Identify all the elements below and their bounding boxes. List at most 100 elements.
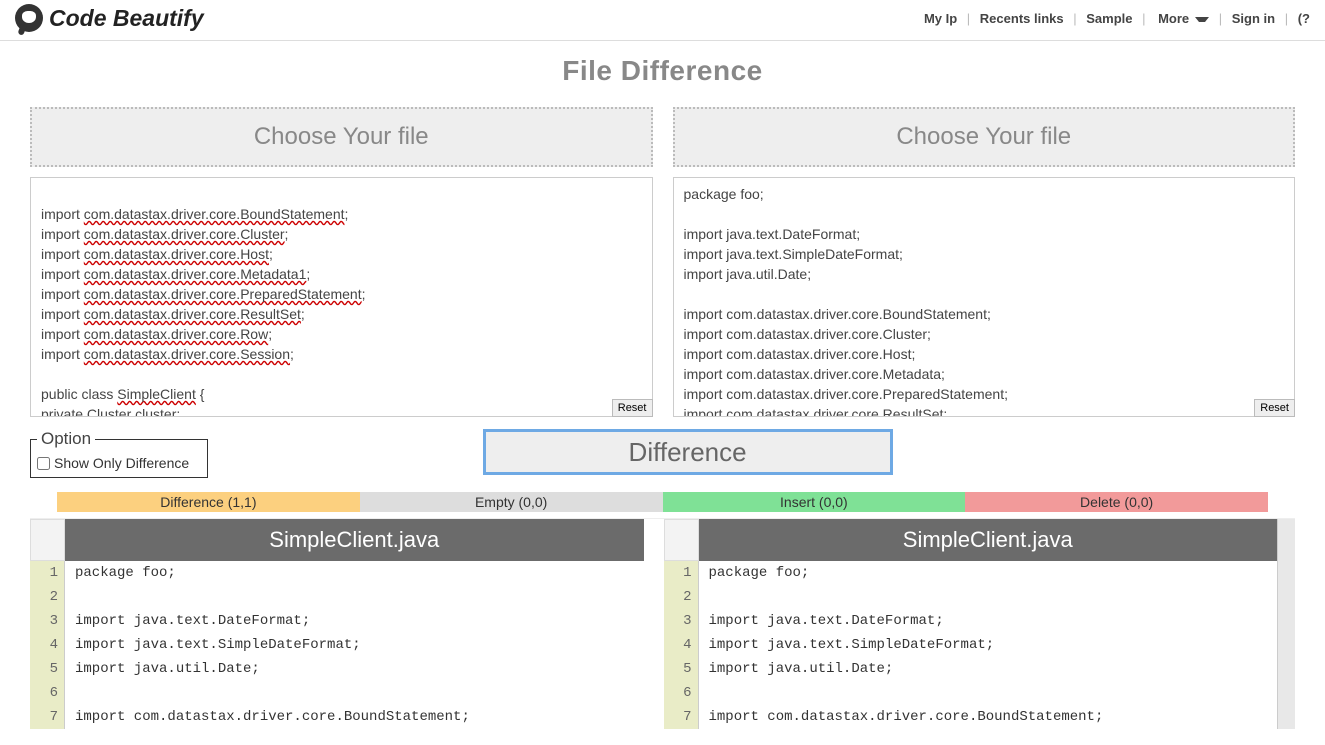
input-line: import com.datastax.driver.core.BoundSta… xyxy=(41,204,642,224)
legend-difference: Difference (1,1) xyxy=(57,492,360,512)
diff-view: SimpleClient.java 1package foo;23import … xyxy=(30,518,1295,729)
show-only-diff-checkbox[interactable] xyxy=(37,457,50,470)
input-left[interactable]: import com.datastax.driver.core.BoundSta… xyxy=(30,177,653,417)
code-line: import java.text.DateFormat; xyxy=(65,609,644,633)
input-line: import com.datastax.driver.core.ResultSe… xyxy=(684,404,1285,417)
show-only-diff-label[interactable]: Show Only Difference xyxy=(37,455,189,471)
line-number: 6 xyxy=(30,681,65,705)
line-number: 7 xyxy=(664,705,699,729)
input-line: import com.datastax.driver.core.Metadata… xyxy=(41,264,642,284)
code-line: import java.text.SimpleDateFormat; xyxy=(699,633,1278,657)
line-number: 2 xyxy=(30,585,65,609)
diff-row: 1package foo; xyxy=(30,561,644,585)
diff-right-panel: SimpleClient.java 1package foo;23import … xyxy=(664,519,1278,729)
code-line xyxy=(699,585,1278,609)
diff-row: 2 xyxy=(30,585,644,609)
option-legend: Option xyxy=(37,429,95,449)
input-line: import com.datastax.driver.core.Prepared… xyxy=(41,284,642,304)
code-line xyxy=(65,585,644,609)
diff-right-filename: SimpleClient.java xyxy=(699,519,1278,561)
line-number: 4 xyxy=(30,633,65,657)
nav-sign-in[interactable]: Sign in xyxy=(1229,11,1278,26)
input-line: public class SimpleClient { xyxy=(41,384,642,404)
line-number: 3 xyxy=(664,609,699,633)
choose-file-right[interactable]: Choose Your file xyxy=(673,107,1296,167)
difference-button[interactable]: Difference xyxy=(483,429,893,475)
input-line: package foo; xyxy=(684,184,1285,204)
code-line: package foo; xyxy=(699,561,1278,585)
input-line xyxy=(41,364,642,384)
code-line: import java.util.Date; xyxy=(65,657,644,681)
input-line xyxy=(684,284,1285,304)
code-line: import java.text.DateFormat; xyxy=(699,609,1278,633)
line-number: 1 xyxy=(664,561,699,585)
nav-my-ip[interactable]: My Ip xyxy=(921,11,960,26)
code-line: import java.text.SimpleDateFormat; xyxy=(65,633,644,657)
input-line: import com.datastax.driver.core.Row; xyxy=(41,324,642,344)
legend-bar: Difference (1,1) Empty (0,0) Insert (0,0… xyxy=(57,492,1268,512)
line-number: 7 xyxy=(30,705,65,729)
header: Code Beautify My Ip | Recents links | Sa… xyxy=(0,0,1325,41)
input-line: import com.datastax.driver.core.Metadata… xyxy=(684,364,1285,384)
input-line: import com.datastax.driver.core.ResultSe… xyxy=(41,304,642,324)
chevron-down-icon xyxy=(1195,17,1209,22)
input-line xyxy=(684,204,1285,224)
nav-recents[interactable]: Recents links xyxy=(977,11,1067,26)
diff-row: 6 xyxy=(664,681,1278,705)
diff-row: 7import com.datastax.driver.core.BoundSt… xyxy=(664,705,1278,729)
logo-text: Code Beautify xyxy=(49,5,204,32)
logo[interactable]: Code Beautify xyxy=(15,4,204,32)
diff-row: 5import java.util.Date; xyxy=(664,657,1278,681)
line-number: 2 xyxy=(664,585,699,609)
code-line xyxy=(65,681,644,705)
line-number: 1 xyxy=(30,561,65,585)
diff-left-filename: SimpleClient.java xyxy=(65,519,644,561)
legend-empty: Empty (0,0) xyxy=(360,492,663,512)
reset-left-button[interactable]: Reset xyxy=(612,399,653,417)
input-line: import com.datastax.driver.core.BoundSta… xyxy=(684,304,1285,324)
input-line: import com.datastax.driver.core.Cluster; xyxy=(41,224,642,244)
input-right[interactable]: package foo; import java.text.DateFormat… xyxy=(673,177,1296,417)
code-line: import com.datastax.driver.core.BoundSta… xyxy=(699,705,1278,729)
diff-row: 3import java.text.DateFormat; xyxy=(664,609,1278,633)
input-line: import com.datastax.driver.core.Prepared… xyxy=(684,384,1285,404)
line-number: 4 xyxy=(664,633,699,657)
diff-row: 4import java.text.SimpleDateFormat; xyxy=(30,633,644,657)
reset-right-button[interactable]: Reset xyxy=(1254,399,1295,417)
line-number: 5 xyxy=(30,657,65,681)
code-line xyxy=(699,681,1278,705)
diff-row: 3import java.text.DateFormat; xyxy=(30,609,644,633)
diff-row: 6 xyxy=(30,681,644,705)
nav-more[interactable]: More xyxy=(1152,11,1212,26)
gutter-head-left xyxy=(30,519,65,561)
top-nav: My Ip | Recents links | Sample | More | … xyxy=(921,11,1313,26)
choose-file-left[interactable]: Choose Your file xyxy=(30,107,653,167)
diff-left-panel: SimpleClient.java 1package foo;23import … xyxy=(30,519,644,729)
diff-row: 4import java.text.SimpleDateFormat; xyxy=(664,633,1278,657)
input-line: import com.datastax.driver.core.Cluster; xyxy=(684,324,1285,344)
input-line: private Cluster cluster; xyxy=(41,404,642,417)
page-title: File Difference xyxy=(0,55,1325,87)
code-line: import com.datastax.driver.core.BoundSta… xyxy=(65,705,644,729)
diff-scrollbar[interactable] xyxy=(1277,519,1295,729)
legend-insert: Insert (0,0) xyxy=(663,492,966,512)
legend-delete: Delete (0,0) xyxy=(965,492,1268,512)
diff-row: 1package foo; xyxy=(664,561,1278,585)
code-line: import java.util.Date; xyxy=(699,657,1278,681)
input-line: import java.text.SimpleDateFormat; xyxy=(684,244,1285,264)
diff-row: 7import com.datastax.driver.core.BoundSt… xyxy=(30,705,644,729)
diff-row: 2 xyxy=(664,585,1278,609)
input-line xyxy=(41,184,642,204)
line-number: 3 xyxy=(30,609,65,633)
nav-sample[interactable]: Sample xyxy=(1083,11,1135,26)
input-line: import java.text.DateFormat; xyxy=(684,224,1285,244)
gutter-head-right xyxy=(664,519,699,561)
option-fieldset: Option Show Only Difference xyxy=(30,429,208,478)
line-number: 6 xyxy=(664,681,699,705)
nav-help[interactable]: (? xyxy=(1295,11,1313,26)
diff-row: 5import java.util.Date; xyxy=(30,657,644,681)
input-line: import com.datastax.driver.core.Host; xyxy=(41,244,642,264)
input-line: import com.datastax.driver.core.Session; xyxy=(41,344,642,364)
input-line: import java.util.Date; xyxy=(684,264,1285,284)
line-number: 5 xyxy=(664,657,699,681)
